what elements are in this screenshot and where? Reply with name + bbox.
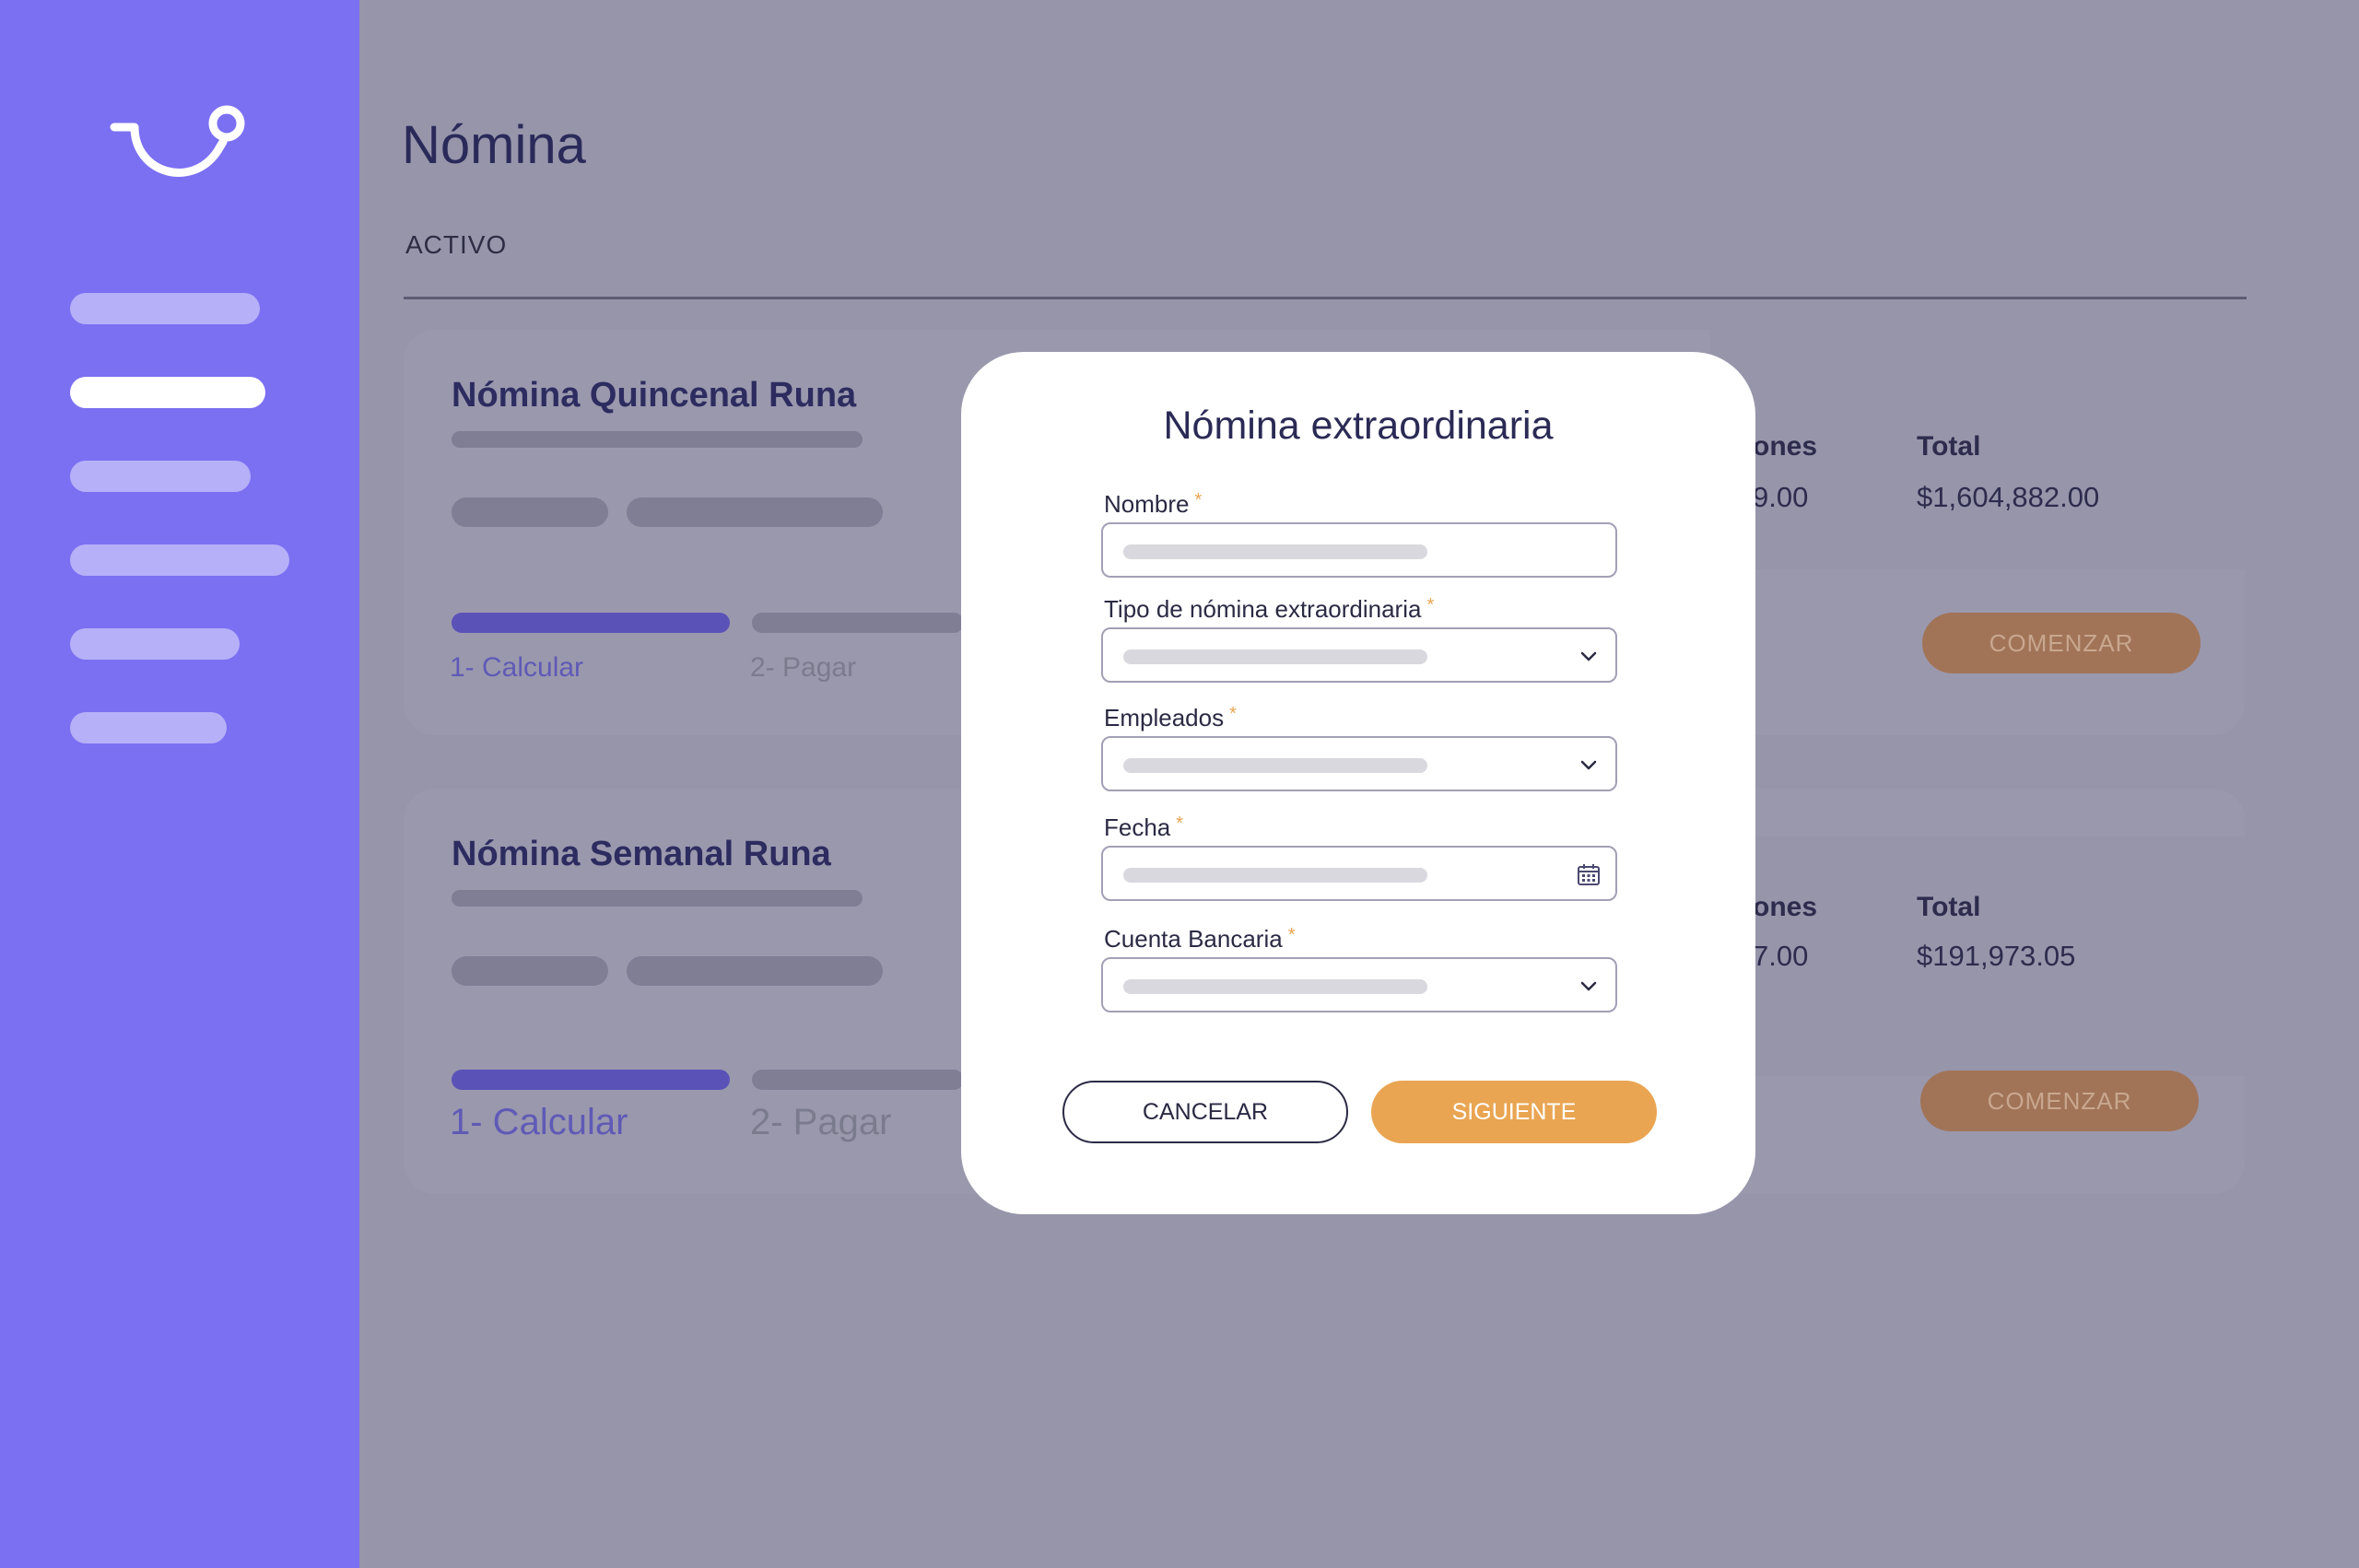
chevron-down-icon bbox=[1580, 651, 1597, 661]
start-button[interactable]: COMENZAR bbox=[1920, 1071, 2199, 1131]
card-subtitle-placeholder bbox=[452, 890, 863, 907]
step-label-calcular: 1- Calcular bbox=[450, 652, 584, 683]
sidebar-item-1[interactable] bbox=[70, 293, 260, 324]
sidebar-item-4[interactable] bbox=[70, 544, 289, 576]
step-progress-calcular bbox=[452, 613, 730, 633]
step-progress-pagar bbox=[752, 1070, 964, 1090]
required-mark: * bbox=[1194, 490, 1203, 510]
field-label-empleados: Empleados * bbox=[1104, 704, 1237, 732]
step-progress-calcular bbox=[452, 1070, 730, 1090]
start-button[interactable]: COMENZAR bbox=[1922, 613, 2201, 673]
chevron-down-icon bbox=[1580, 981, 1597, 991]
field-label-tipo: Tipo de nómina extraordinaria * bbox=[1104, 595, 1434, 624]
sidebar-item-2-active[interactable] bbox=[70, 377, 265, 408]
smile-logo-icon[interactable] bbox=[109, 99, 256, 201]
field-label-text: Nombre bbox=[1104, 490, 1190, 518]
tipo-nomina-select[interactable] bbox=[1101, 627, 1617, 683]
cancel-button[interactable]: CANCELAR bbox=[1062, 1081, 1348, 1143]
column-header-partial: ones bbox=[1753, 892, 1818, 922]
column-value-partial: 7.00 bbox=[1753, 940, 1809, 972]
nombre-input[interactable] bbox=[1101, 522, 1617, 578]
total-value: $1,604,882.00 bbox=[1917, 481, 2100, 513]
calendar-icon[interactable] bbox=[1577, 862, 1601, 886]
step-label-calcular: 1- Calcular bbox=[450, 1102, 628, 1142]
sidebar-item-3[interactable] bbox=[70, 461, 251, 492]
card-tag-placeholder bbox=[627, 956, 883, 986]
sidebar-item-6[interactable] bbox=[70, 712, 227, 743]
total-header: Total bbox=[1917, 892, 1981, 922]
required-mark: * bbox=[1426, 595, 1435, 615]
cuenta-bancaria-select[interactable] bbox=[1101, 957, 1617, 1012]
field-label-fecha: Fecha * bbox=[1104, 813, 1183, 842]
empleados-select[interactable] bbox=[1101, 736, 1617, 791]
page-title: Nómina bbox=[402, 115, 586, 175]
tab-divider bbox=[404, 297, 2247, 299]
extraordinary-payroll-modal: Nómina extraordinaria Nombre * Tipo de nó… bbox=[961, 352, 1755, 1214]
field-label-text: Empleados bbox=[1104, 704, 1225, 731]
input-placeholder bbox=[1123, 544, 1427, 559]
column-header-partial: ones bbox=[1753, 431, 1818, 462]
card-subtitle-placeholder bbox=[452, 431, 863, 448]
required-mark: * bbox=[1287, 925, 1296, 945]
field-label-cuenta: Cuenta Bancaria * bbox=[1104, 925, 1295, 954]
card-title: Nómina Semanal Runa bbox=[452, 835, 831, 873]
tab-activo[interactable]: ACTIVO bbox=[405, 230, 507, 260]
card-title: Nómina Quincenal Runa bbox=[452, 376, 857, 415]
field-label-text: Cuenta Bancaria bbox=[1104, 925, 1283, 953]
step-progress-pagar bbox=[752, 613, 964, 633]
next-button[interactable]: SIGUIENTE bbox=[1371, 1081, 1657, 1143]
field-label-text: Fecha bbox=[1104, 813, 1171, 841]
step-label-pagar: 2- Pagar bbox=[750, 1102, 892, 1142]
field-label-text: Tipo de nómina extraordinaria bbox=[1104, 595, 1422, 623]
input-placeholder bbox=[1123, 979, 1427, 994]
total-value: $191,973.05 bbox=[1917, 940, 2076, 972]
field-label-nombre: Nombre * bbox=[1104, 490, 1202, 519]
card-tag-placeholder bbox=[627, 497, 883, 527]
chevron-down-icon bbox=[1580, 760, 1597, 770]
total-header: Total bbox=[1917, 431, 1981, 462]
sidebar bbox=[0, 0, 359, 1568]
input-placeholder bbox=[1123, 758, 1427, 773]
card-tag-placeholder bbox=[452, 956, 608, 986]
sidebar-item-5[interactable] bbox=[70, 628, 240, 660]
required-mark: * bbox=[1229, 704, 1237, 724]
input-placeholder bbox=[1123, 868, 1427, 883]
modal-title: Nómina extraordinaria bbox=[1163, 404, 1554, 448]
column-value-partial: 9.00 bbox=[1753, 481, 1809, 513]
step-label-pagar: 2- Pagar bbox=[750, 652, 857, 683]
required-mark: * bbox=[1176, 813, 1184, 834]
input-placeholder bbox=[1123, 649, 1427, 664]
fecha-date-input[interactable] bbox=[1101, 846, 1617, 901]
card-tag-placeholder bbox=[452, 497, 608, 527]
